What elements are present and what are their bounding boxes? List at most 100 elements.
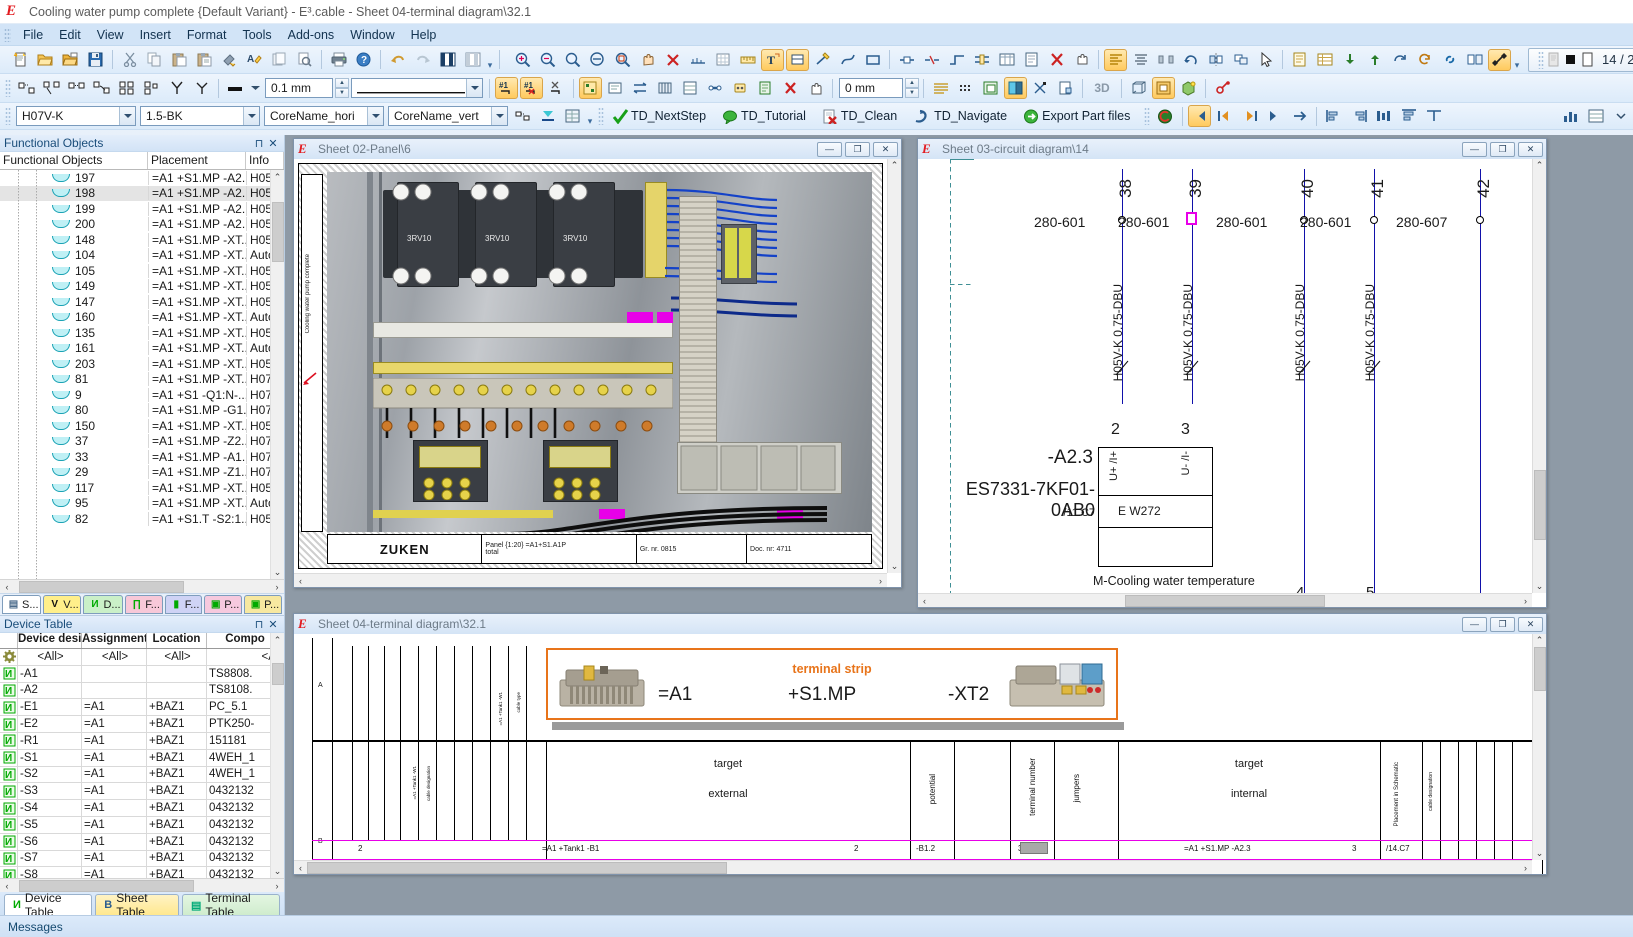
print-preview-icon[interactable] — [293, 49, 316, 71]
terminal-minimize-button[interactable]: — — [1462, 617, 1487, 632]
delete-x-icon[interactable] — [1045, 49, 1068, 71]
page-black-icon[interactable] — [1564, 52, 1577, 67]
col-location[interactable]: Location — [147, 633, 207, 648]
corename-hori-dropdown-icon[interactable] — [367, 107, 383, 125]
functional-object-row[interactable]: 147=A1 +S1.MP -XT...H05 — [0, 294, 284, 310]
help-icon[interactable]: ? — [352, 49, 375, 71]
menu-grip[interactable] — [4, 28, 11, 42]
functional-object-row[interactable]: 135=A1 +S1.MP -XT...H05 — [0, 325, 284, 341]
panel-vscroll[interactable]: ⌃ ⌄ — [887, 159, 901, 573]
pin-colors-icon[interactable] — [579, 77, 602, 99]
terminal-vscroll[interactable]: ⌃ ⌄ — [1532, 634, 1546, 860]
tree-tab-3[interactable]: ∏F... — [125, 595, 163, 614]
window-circuit-diagram[interactable]: E Sheet 03-circuit diagram\14 — ❐ ✕ — [917, 138, 1547, 608]
cable-type-dropdown-icon[interactable] — [119, 107, 135, 125]
functional-object-row[interactable]: 160=A1 +S1.MP -XT...Auto — [0, 310, 284, 326]
connect-pins-icon[interactable] — [65, 77, 88, 99]
disconnect-icon[interactable] — [90, 77, 113, 99]
pin-assign-icon[interactable] — [604, 77, 627, 99]
page-white-icon[interactable] — [1581, 52, 1594, 67]
page-grip[interactable] — [1538, 51, 1544, 69]
columns-view-icon[interactable] — [461, 49, 484, 71]
wire-line-42[interactable] — [1480, 169, 1481, 599]
connect-wire-icon[interactable] — [895, 49, 918, 71]
terminal-hscroll[interactable]: ‹ › — [294, 860, 1532, 874]
align-left-tool-icon[interactable] — [1322, 105, 1345, 127]
panel-close-button[interactable]: ✕ — [873, 142, 898, 157]
nav-next-icon[interactable] — [1238, 105, 1261, 127]
device-table-row[interactable]: И-E2=A1+BAZ1PTK250- — [0, 716, 284, 733]
selected-wire-marker-39[interactable] — [1186, 212, 1197, 225]
terminal-scroll-left-icon[interactable]: ‹ — [294, 861, 307, 874]
align-bottom-tool-icon[interactable] — [1422, 105, 1445, 127]
cable-size-combo[interactable]: 1.5-BK — [140, 106, 260, 126]
toolbar-grip-3[interactable] — [5, 107, 11, 125]
align-right-tool-icon[interactable] — [1347, 105, 1370, 127]
device-table-row[interactable]: И-S1=A1+BAZ14WEH_1 — [0, 750, 284, 767]
report-icon[interactable] — [1288, 49, 1311, 71]
line-color-dropdown-icon[interactable] — [249, 77, 262, 99]
page-indicator[interactable]: 14 / 214 — [1528, 48, 1633, 72]
hotspot-icon[interactable] — [1211, 77, 1234, 99]
split-wire-icon[interactable] — [920, 49, 943, 71]
place-symbol-icon[interactable] — [786, 49, 809, 71]
tree-tab-1[interactable]: VV... — [43, 595, 81, 614]
filter-assignment[interactable]: <All> — [82, 649, 147, 665]
nav-prev-icon[interactable] — [1213, 105, 1236, 127]
draw-curve-icon[interactable] — [836, 49, 859, 71]
dots-matrix-icon[interactable] — [954, 77, 977, 99]
dev-scroll-right-icon[interactable]: › — [270, 879, 284, 892]
terminal-hscroll-thumb[interactable] — [307, 862, 727, 874]
tree-tab-2[interactable]: ИD... — [83, 595, 123, 614]
functional-object-row[interactable]: 199=A1 +S1.MP -A2...H05 — [0, 201, 284, 217]
zoom-selection-icon[interactable] — [611, 49, 634, 71]
scroll-left-icon[interactable]: ‹ — [0, 580, 14, 593]
open-folder-icon[interactable] — [34, 49, 57, 71]
circuit-vscroll-thumb[interactable] — [1534, 470, 1546, 540]
cut-3d-icon[interactable] — [1029, 77, 1052, 99]
panel-window-body[interactable]: Cooling water pump complete — [294, 159, 901, 587]
pan-icon[interactable] — [636, 49, 659, 71]
functional-objects-vscroll[interactable]: ⌃ ⌄ — [270, 170, 284, 579]
panel-maximize-button[interactable]: ❐ — [845, 142, 870, 157]
tree-tab-5[interactable]: ▣P... — [204, 595, 242, 614]
corename-hori-combo[interactable]: CoreName_hori — [264, 106, 384, 126]
zoom-window-icon[interactable] — [561, 49, 584, 71]
crosshair-tool-icon[interactable] — [1488, 49, 1511, 71]
functional-object-row[interactable]: 149=A1 +S1.MP -XT...H05 — [0, 279, 284, 295]
number-delete-icon[interactable] — [545, 77, 568, 99]
nav-first-icon[interactable] — [1188, 105, 1211, 127]
table-tab-device-table[interactable]: ИDevice Table — [4, 894, 92, 915]
tree-tab-6[interactable]: ▣P... — [244, 595, 282, 614]
undo-icon[interactable] — [386, 49, 409, 71]
measure-icon[interactable] — [686, 49, 709, 71]
import-icon[interactable] — [1338, 49, 1361, 71]
route-icon[interactable] — [945, 49, 968, 71]
core-table-icon[interactable] — [561, 105, 584, 127]
line-color-icon[interactable] — [224, 77, 247, 99]
functional-object-row[interactable]: 105=A1 +S1.MP -XT...H05 — [0, 263, 284, 279]
menu-tools[interactable]: Tools — [234, 26, 279, 44]
circuit-scroll-left-icon[interactable]: ‹ — [918, 594, 931, 607]
chart-bar-icon[interactable] — [1559, 105, 1582, 127]
close-icon[interactable]: ✕ — [266, 136, 280, 150]
macro-td-nextstep[interactable]: TD_NextStep — [607, 105, 717, 127]
window-panel-sheet[interactable]: E Sheet 02-Panel\6 — ❐ ✕ Cooling water p… — [293, 138, 902, 588]
menu-format[interactable]: Format — [179, 26, 235, 44]
terminal-strip-header-box[interactable]: terminal strip =A1 +S1.MP -XT2 — [546, 648, 1118, 720]
bundle-icon[interactable] — [970, 49, 993, 71]
rotate-icon[interactable] — [1179, 49, 1202, 71]
col-placement[interactable]: Placement — [148, 152, 246, 169]
line-style-combo[interactable] — [351, 78, 483, 98]
menu-view[interactable]: View — [89, 26, 132, 44]
link-icon[interactable] — [1438, 49, 1461, 71]
group-icon[interactable] — [1229, 49, 1252, 71]
circuit-scroll-up-icon[interactable]: ⌃ — [1533, 159, 1546, 172]
circuit-hscroll[interactable]: ‹ › — [918, 593, 1532, 607]
functional-object-row[interactable]: 200=A1 +S1.MP -A2...H05 — [0, 217, 284, 233]
device-table-row[interactable]: И-S6=A1+BAZ10432132 — [0, 834, 284, 851]
terminal-window-body[interactable]: A B =A1 +Tank1 -W1 — [294, 634, 1546, 874]
panel-scroll-down-icon[interactable]: ⌄ — [888, 560, 901, 573]
functional-object-row[interactable]: 161=A1 +S1.MP -XT...Auto — [0, 341, 284, 357]
distribute-icon[interactable] — [1154, 49, 1177, 71]
